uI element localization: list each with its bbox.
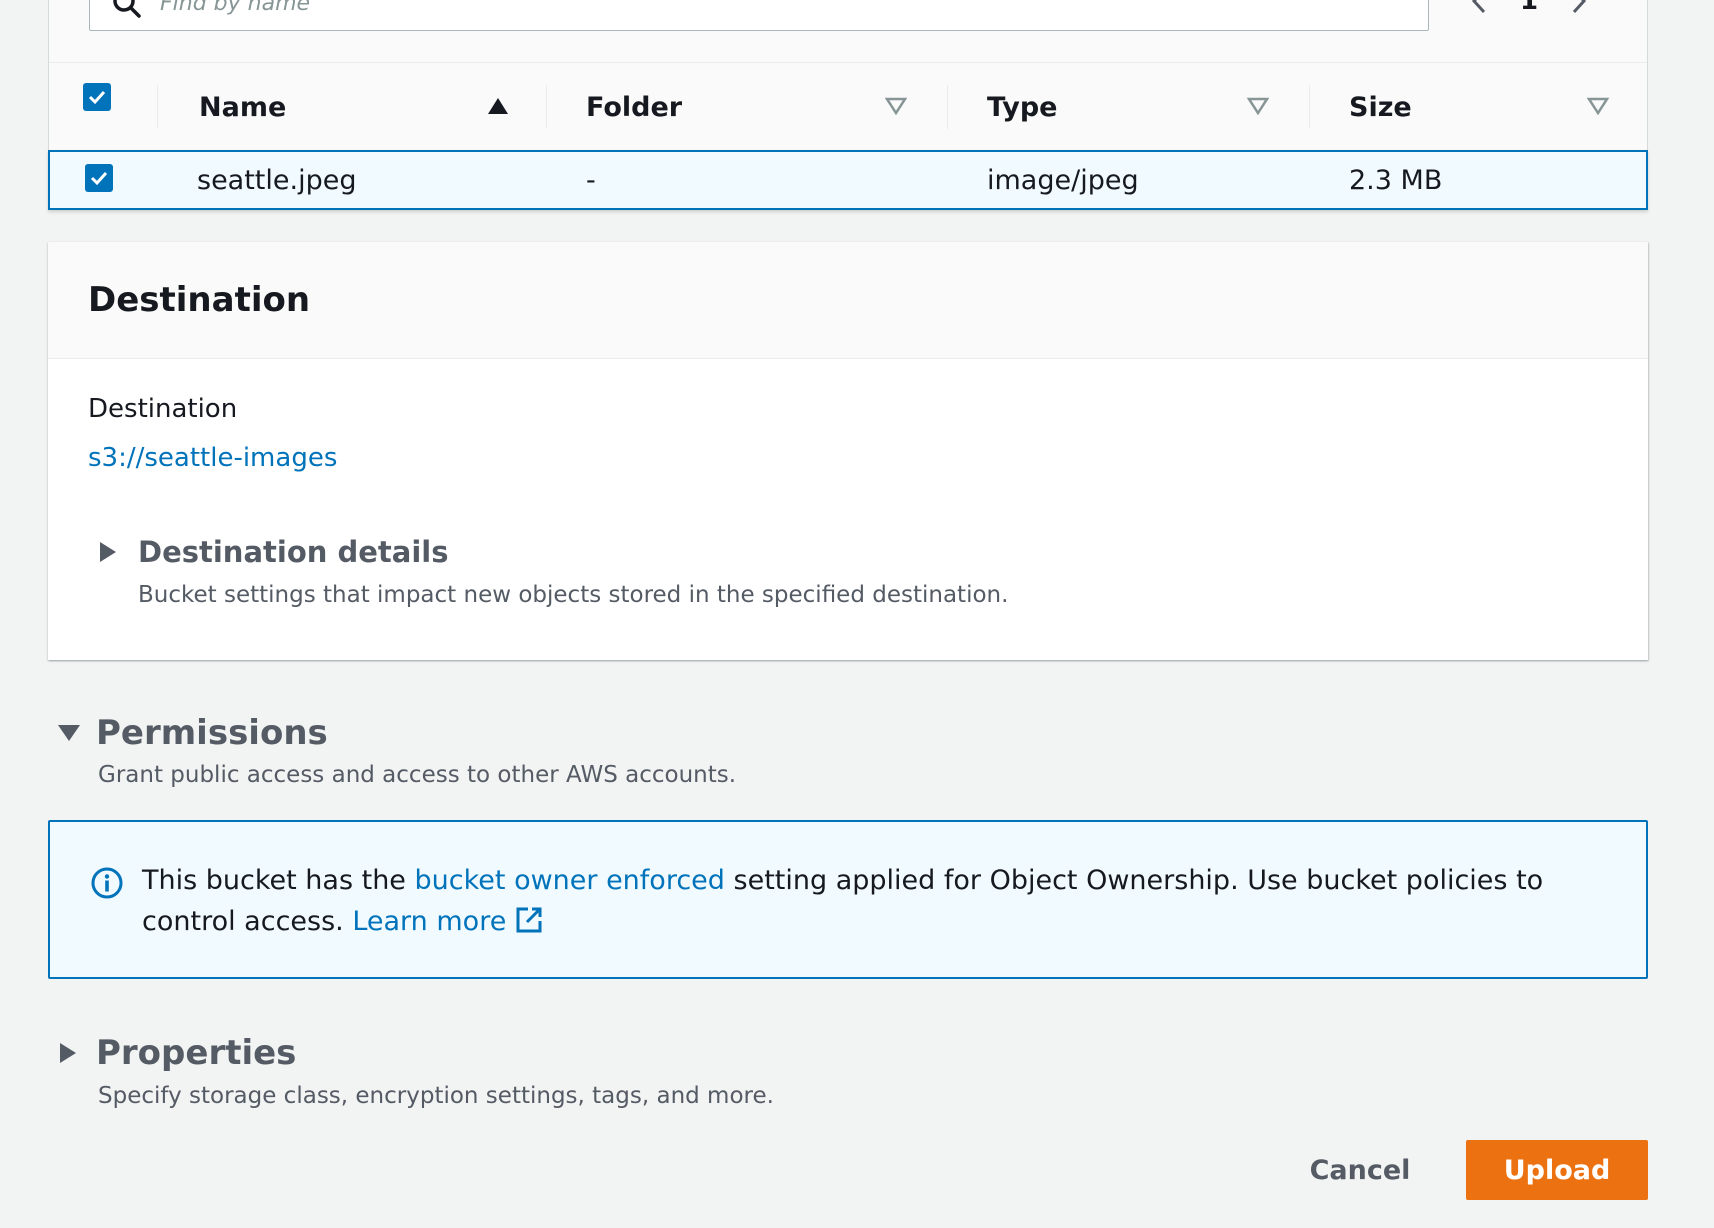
cell-name: seattle.jpeg (197, 164, 357, 196)
column-divider (157, 85, 158, 129)
properties-description: Specify storage class, encryption settin… (98, 1083, 774, 1109)
destination-title: Destination (88, 280, 311, 320)
caret-right-icon (60, 1043, 76, 1063)
select-all-checkbox[interactable] (83, 83, 111, 111)
destination-panel-header: Destination (48, 242, 1648, 359)
chevron-right-icon (1572, 0, 1587, 14)
table-row[interactable]: seattle.jpeg - image/jpeg 2.3 MB (48, 150, 1648, 210)
search-icon (113, 0, 141, 18)
checkmark-icon (88, 90, 106, 105)
search-input[interactable] (160, 0, 1360, 23)
search-field[interactable] (89, 0, 1429, 31)
properties-title: Properties (96, 1033, 297, 1073)
column-header-label: Folder (586, 91, 683, 123)
bucket-owner-enforced-link[interactable]: bucket owner enforced (415, 865, 725, 896)
info-icon (91, 867, 123, 899)
column-header-label: Type (987, 91, 1058, 123)
destination-details-description: Bucket settings that impact new objects … (138, 582, 1009, 608)
info-alert-message: This bucket has the bucket owner enforce… (142, 860, 1602, 942)
column-header-type[interactable]: Type (987, 63, 1287, 151)
learn-more-label: Learn more (352, 906, 507, 937)
chevron-left-icon (1471, 0, 1486, 14)
cancel-button[interactable]: Cancel (1290, 1140, 1430, 1200)
properties-toggle[interactable]: Properties (60, 1033, 296, 1073)
column-divider (947, 85, 948, 129)
files-table-container: 1 Name Folder Type Size (48, 0, 1648, 210)
previous-page-button[interactable] (1459, 0, 1499, 16)
column-divider (546, 85, 547, 129)
learn-more-link[interactable]: Learn more (352, 906, 544, 937)
external-link-icon (516, 907, 542, 933)
info-alert: This bucket has the bucket owner enforce… (48, 820, 1648, 979)
destination-details-toggle[interactable]: Destination details (100, 535, 449, 569)
column-header-label: Name (199, 91, 287, 123)
upload-button[interactable]: Upload (1466, 1140, 1648, 1200)
sort-caret-down-icon[interactable] (1587, 97, 1609, 115)
caret-right-icon (100, 542, 116, 562)
column-divider (1309, 85, 1310, 129)
current-page-number[interactable]: 1 (1499, 0, 1559, 14)
column-header-label: Size (1349, 91, 1412, 123)
destination-bucket-link[interactable]: s3://seattle-images (88, 443, 337, 473)
sort-caret-down-icon[interactable] (1247, 97, 1269, 115)
table-header: Name Folder Type Size (49, 62, 1647, 150)
permissions-toggle[interactable]: Permissions (58, 713, 328, 753)
row-checkbox[interactable] (85, 164, 113, 192)
cell-type: image/jpeg (987, 164, 1139, 196)
destination-field-label: Destination (88, 394, 238, 424)
sort-caret-down-icon[interactable] (885, 97, 907, 115)
cell-size: 2.3 MB (1349, 164, 1443, 196)
column-header-folder[interactable]: Folder (586, 63, 886, 151)
destination-details-title: Destination details (138, 535, 449, 569)
checkmark-icon (90, 171, 108, 186)
sort-ascending-icon[interactable] (487, 97, 509, 115)
cell-folder: - (586, 164, 596, 196)
next-page-button[interactable] (1559, 0, 1599, 16)
caret-down-icon (58, 725, 80, 741)
permissions-title: Permissions (96, 713, 328, 753)
permissions-description: Grant public access and access to other … (98, 762, 737, 788)
destination-panel: Destination Destination s3://seattle-ima… (48, 242, 1648, 660)
pagination: 1 (1459, 0, 1599, 16)
alert-text-before: This bucket has the (142, 865, 415, 896)
